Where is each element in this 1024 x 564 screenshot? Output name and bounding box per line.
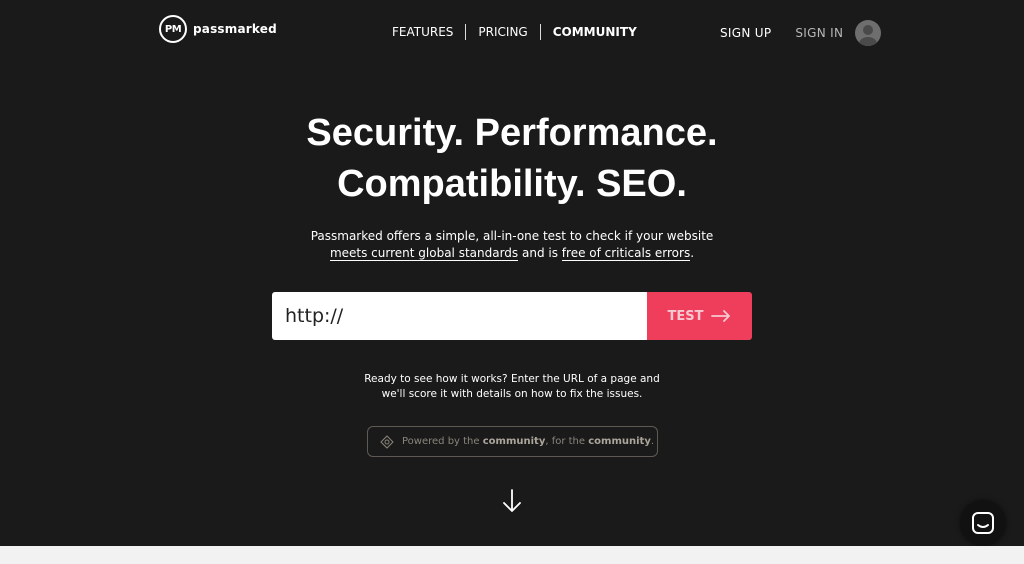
- subtitle-text-3: .: [690, 246, 695, 260]
- nav-divider: [465, 24, 467, 40]
- hint-line-2: we'll score it with details on how to fi…: [381, 388, 643, 400]
- community-badge-icon: [380, 434, 394, 449]
- hero-title-line-1: Security. Performance.: [306, 112, 718, 154]
- pill-text-bold-1: community: [482, 436, 546, 447]
- brand-logo[interactable]: PM passmarked: [159, 15, 277, 43]
- arrow-right-icon: [711, 310, 731, 322]
- how-it-works-hint: Ready to see how it works? Enter the URL…: [0, 372, 1024, 402]
- errors-link[interactable]: free of criticals errors: [561, 246, 691, 261]
- passmarked-logo-icon: PM: [159, 15, 187, 43]
- community-pill[interactable]: Powered by the community, for the commun…: [367, 426, 658, 457]
- test-button[interactable]: TEST: [647, 292, 752, 340]
- url-input[interactable]: [272, 292, 647, 340]
- test-button-label: TEST: [667, 308, 704, 324]
- hero-title: Security. Performance. Compatibility. SE…: [0, 108, 1024, 210]
- hint-line-1: Ready to see how it works? Enter the URL…: [364, 373, 660, 385]
- pill-text-post: .: [650, 436, 655, 447]
- hero-subtitle: Passmarked offers a simple, all-in-one t…: [0, 228, 1024, 262]
- nav-divider: [539, 24, 541, 40]
- subtitle-text-1: Passmarked offers a simple, all-in-one t…: [310, 229, 714, 243]
- nav-features[interactable]: FEATURES: [392, 25, 465, 39]
- nav-pricing[interactable]: PRICING: [466, 25, 539, 39]
- arrow-down-icon[interactable]: [501, 488, 523, 518]
- brand-name: passmarked: [193, 22, 277, 36]
- main-nav: FEATURES PRICING COMMUNITY: [392, 24, 649, 40]
- pill-text-pre: Powered by the: [402, 436, 483, 447]
- user-avatar-icon[interactable]: [855, 20, 882, 46]
- chat-bubble-icon[interactable]: [960, 500, 1006, 546]
- pill-text-mid: , for the: [545, 436, 589, 447]
- standards-link[interactable]: meets current global standards: [329, 246, 519, 261]
- pill-text-bold-2: community: [588, 436, 651, 447]
- subtitle-text-2: and is: [518, 246, 562, 260]
- url-test-form: TEST: [272, 292, 752, 340]
- nav-community[interactable]: COMMUNITY: [541, 25, 649, 39]
- hero-title-line-2: Compatibility. SEO.: [337, 163, 687, 205]
- community-pill-text: Powered by the community, for the commun…: [402, 436, 654, 447]
- next-section-edge: [0, 546, 1024, 564]
- sign-up-link[interactable]: SIGN UP: [720, 26, 771, 40]
- auth-links: SIGN UP SIGN IN: [720, 20, 882, 46]
- sign-in-link[interactable]: SIGN IN: [795, 26, 843, 40]
